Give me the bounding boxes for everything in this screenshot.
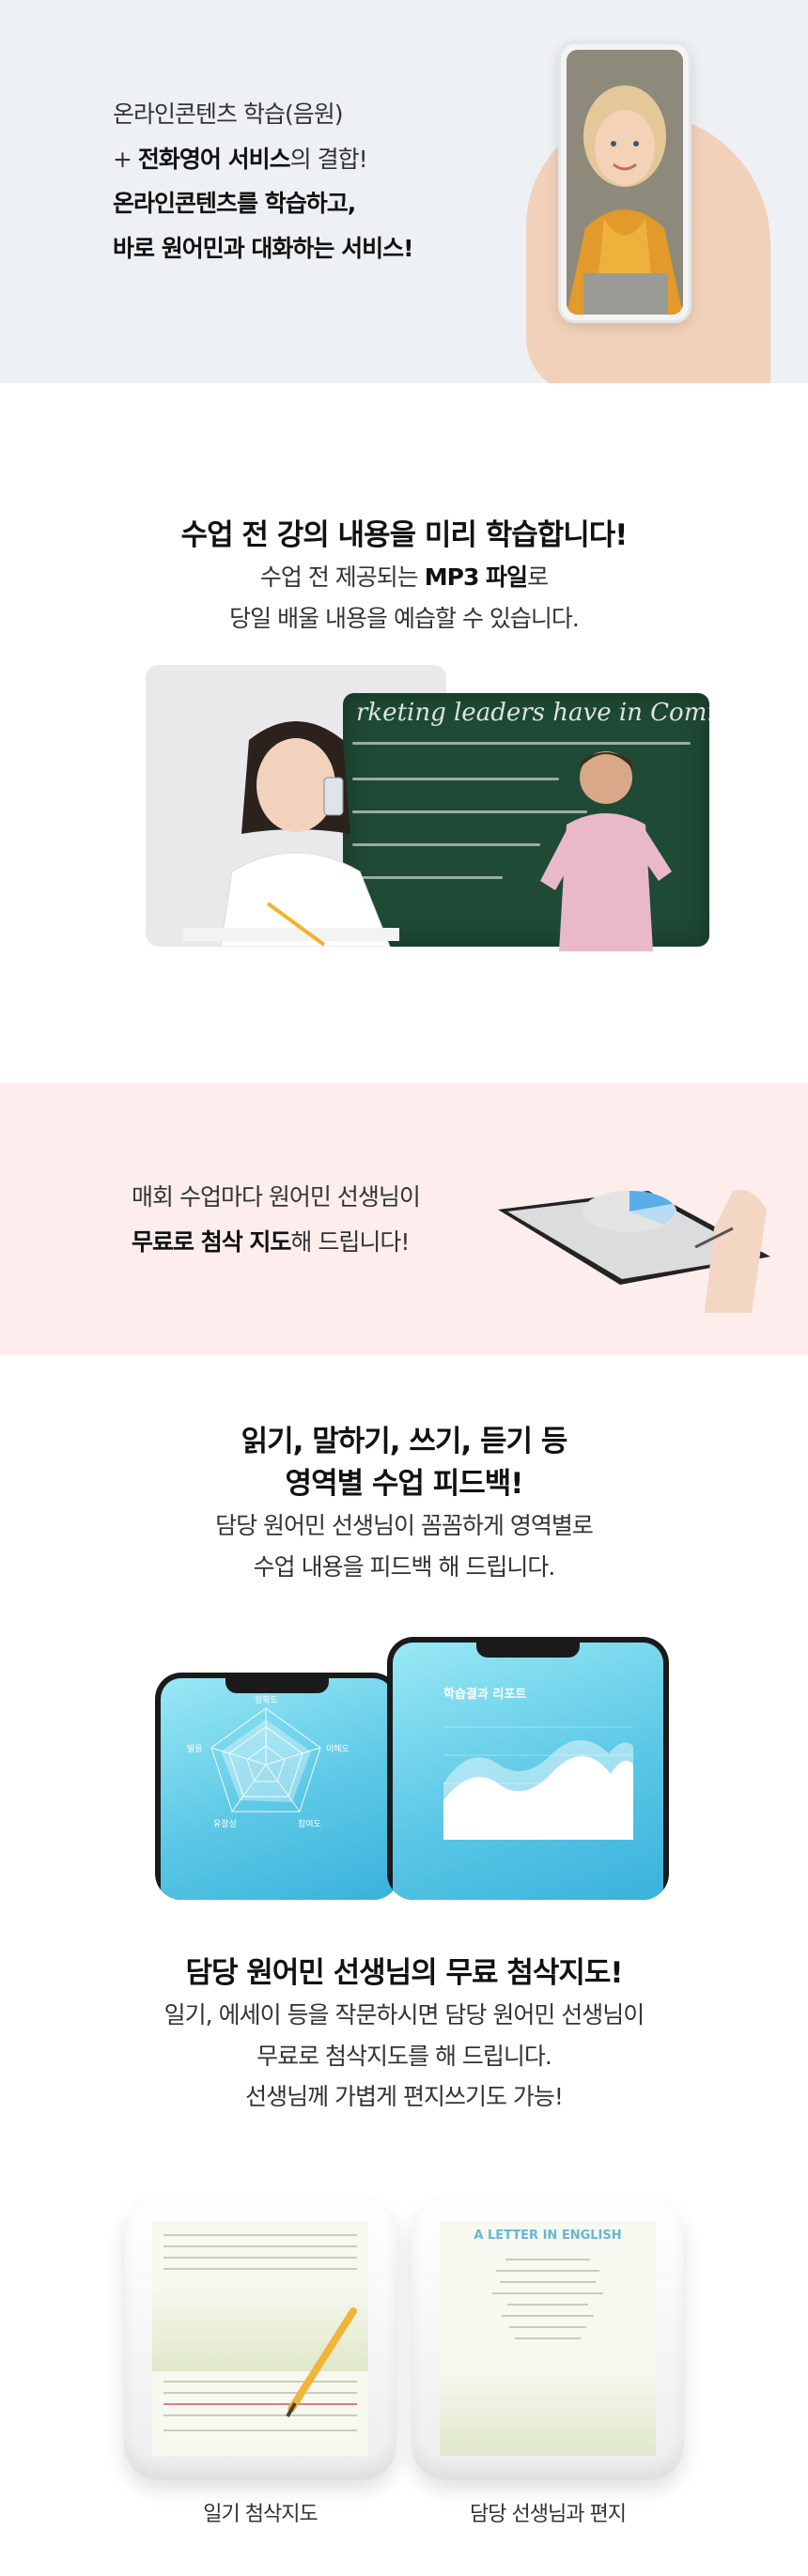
text-line	[500, 2281, 596, 2283]
intro-line-2-bold: 전화영어 서비스	[137, 145, 291, 173]
report-phone-image: 학습결과 리포트	[387, 1637, 669, 1900]
radar-label: 이해도	[326, 1745, 350, 1754]
writing-line-1: 일기, 에세이 등을 작문하시면 담당 원어민 선생님이	[163, 2000, 645, 2028]
preview-section: 수업 전 강의 내용을 미리 학습합니다! 수업 전 제공되는 MP3 파일로 …	[0, 383, 808, 1083]
tablet-chart-image	[498, 1189, 770, 1313]
phone-notch	[225, 1678, 329, 1693]
preview-text: 수업 전 강의 내용을 미리 학습합니다! 수업 전 제공되는 MP3 파일로 …	[0, 515, 808, 639]
intro-line-2-suffix: 의 결합!	[289, 145, 368, 173]
letter-caption: 담당 선생님과 편지	[470, 2503, 627, 2526]
text-line	[502, 2315, 594, 2317]
intro-line-3-bold: 온라인콘텐츠를 학습하고,	[113, 190, 356, 217]
video-call-phone-image	[558, 41, 691, 323]
text-line	[163, 2257, 357, 2259]
text-line	[492, 2292, 603, 2294]
student-girl-image	[183, 721, 399, 947]
intro-line-2: + 전화영어 서비스의 결합!	[113, 137, 413, 182]
intro-text: 온라인콘텐츠 학습(음원) + 전화영어 서비스의 결합! 온라인콘텐츠를 학습…	[113, 92, 414, 271]
preview-line-1-suffix: 로	[527, 563, 549, 591]
radar-chart	[210, 1707, 321, 1812]
feedback-line-1: 담당 원어민 선생님이 꼼꼼하게 영역별로	[215, 1511, 594, 1539]
text-line	[163, 2429, 357, 2431]
intro-line-3: 온라인콘텐츠를 학습하고,	[113, 181, 413, 226]
intro-line-4: 바로 원어민과 대화하는 서비스!	[113, 226, 414, 271]
writing-line-3: 선생님께 가볍게 편지쓰기도 가능!	[245, 2083, 564, 2111]
report-phone-screen: 학습결과 리포트	[393, 1643, 663, 1900]
intro-line-4-bold: 바로 원어민과 대화하는 서비스!	[113, 234, 414, 262]
preview-title: 수업 전 강의 내용을 미리 학습합니다!	[180, 518, 629, 552]
woman-portrait-image	[567, 50, 683, 315]
radar-phone-image: 정확도 이해도 참여도 유창성 발음	[155, 1673, 399, 1900]
letter-card: A LETTER IN ENGLISH	[412, 2198, 684, 2480]
feedback-line-2: 수업 내용을 피드백 해 드립니다.	[253, 1552, 556, 1581]
text-line	[507, 2304, 588, 2306]
correction-line-1: 매회 수업마다 원어민 선생님이	[132, 1183, 421, 1211]
text-line	[509, 2326, 586, 2328]
correction-line-2-suffix: 해 드립니다!	[290, 1227, 410, 1256]
radar-phone-screen: 정확도 이해도 참여도 유창성 발음	[161, 1678, 394, 1900]
correction-banner-text: 매회 수업마다 원어민 선생님이 무료로 첨삭 지도해 드립니다!	[132, 1175, 421, 1265]
letter-title: A LETTER IN ENGLISH	[474, 2229, 622, 2243]
correction-banner-section: 매회 수업마다 원어민 선생님이 무료로 첨삭 지도해 드립니다!	[0, 1083, 808, 1355]
letter-paper-image: A LETTER IN ENGLISH	[440, 2221, 656, 2456]
feedback-section: 읽기, 말하기, 쓰기, 듣기 등 영역별 수업 피드백! 담당 원어민 선생님…	[0, 1355, 808, 1900]
writing-text: 담당 원어민 선생님의 무료 첨삭지도! 일기, 에세이 등을 작문하시면 담당…	[0, 1952, 808, 2118]
teacher-image	[540, 751, 672, 951]
radar-label: 참여도	[298, 1820, 321, 1829]
radar-label: 발음	[187, 1745, 203, 1754]
feedback-text: 읽기, 말하기, 쓰기, 듣기 등 영역별 수업 피드백! 담당 원어민 선생님…	[0, 1421, 808, 1587]
preview-line-1-bold: MP3 파일	[424, 563, 528, 591]
intro-section: 온라인콘텐츠 학습(음원) + 전화영어 서비스의 결합! 온라인콘텐츠를 학습…	[0, 0, 808, 383]
diary-card	[124, 2198, 396, 2480]
video-call-screen	[567, 50, 683, 315]
preview-line-1-prefix: 수업 전 제공되는	[259, 563, 425, 591]
diary-paper-image	[152, 2221, 368, 2456]
classroom-image: rketing leaders have in Commo	[146, 665, 709, 956]
area-chart	[443, 1726, 633, 1840]
preview-line-2: 당일 배울 내용을 예습할 수 있습니다.	[229, 604, 580, 632]
radar-label: 유창성	[213, 1820, 237, 1829]
text-line	[163, 2268, 357, 2270]
radar-label: 정확도	[255, 1696, 278, 1705]
correction-line-2-bold: 무료로 첨삭 지도	[132, 1227, 291, 1256]
diary-caption: 일기 첨삭지도	[203, 2503, 318, 2526]
sketch-illustration	[440, 2371, 656, 2456]
feedback-title-1: 읽기, 말하기, 쓰기, 듣기 등	[241, 1425, 568, 1458]
text-line	[505, 2259, 590, 2260]
pencil-icon	[286, 2307, 357, 2417]
text-line	[496, 2270, 599, 2272]
intro-line-1: 온라인콘텐츠 학습(음원)	[113, 100, 343, 128]
text-line	[163, 2245, 357, 2247]
feedback-title-2: 영역별 수업 피드백!	[285, 1466, 524, 1501]
text-line	[515, 2337, 581, 2339]
writing-line-2: 무료로 첨삭지도를 해 드립니다.	[256, 2042, 552, 2070]
writing-section: 담당 원어민 선생님의 무료 첨삭지도! 일기, 에세이 등을 작문하시면 담당…	[0, 1900, 808, 2576]
phone-notch	[476, 1643, 580, 1658]
preview-line-1: 수업 전 제공되는 MP3 파일로	[0, 557, 808, 598]
correction-line-2: 무료로 첨삭 지도해 드립니다!	[132, 1220, 420, 1265]
writing-title: 담당 원어민 선생님의 무료 첨삭지도!	[185, 1956, 623, 1990]
intro-line-2-prefix: +	[113, 145, 138, 173]
text-line	[163, 2234, 357, 2236]
